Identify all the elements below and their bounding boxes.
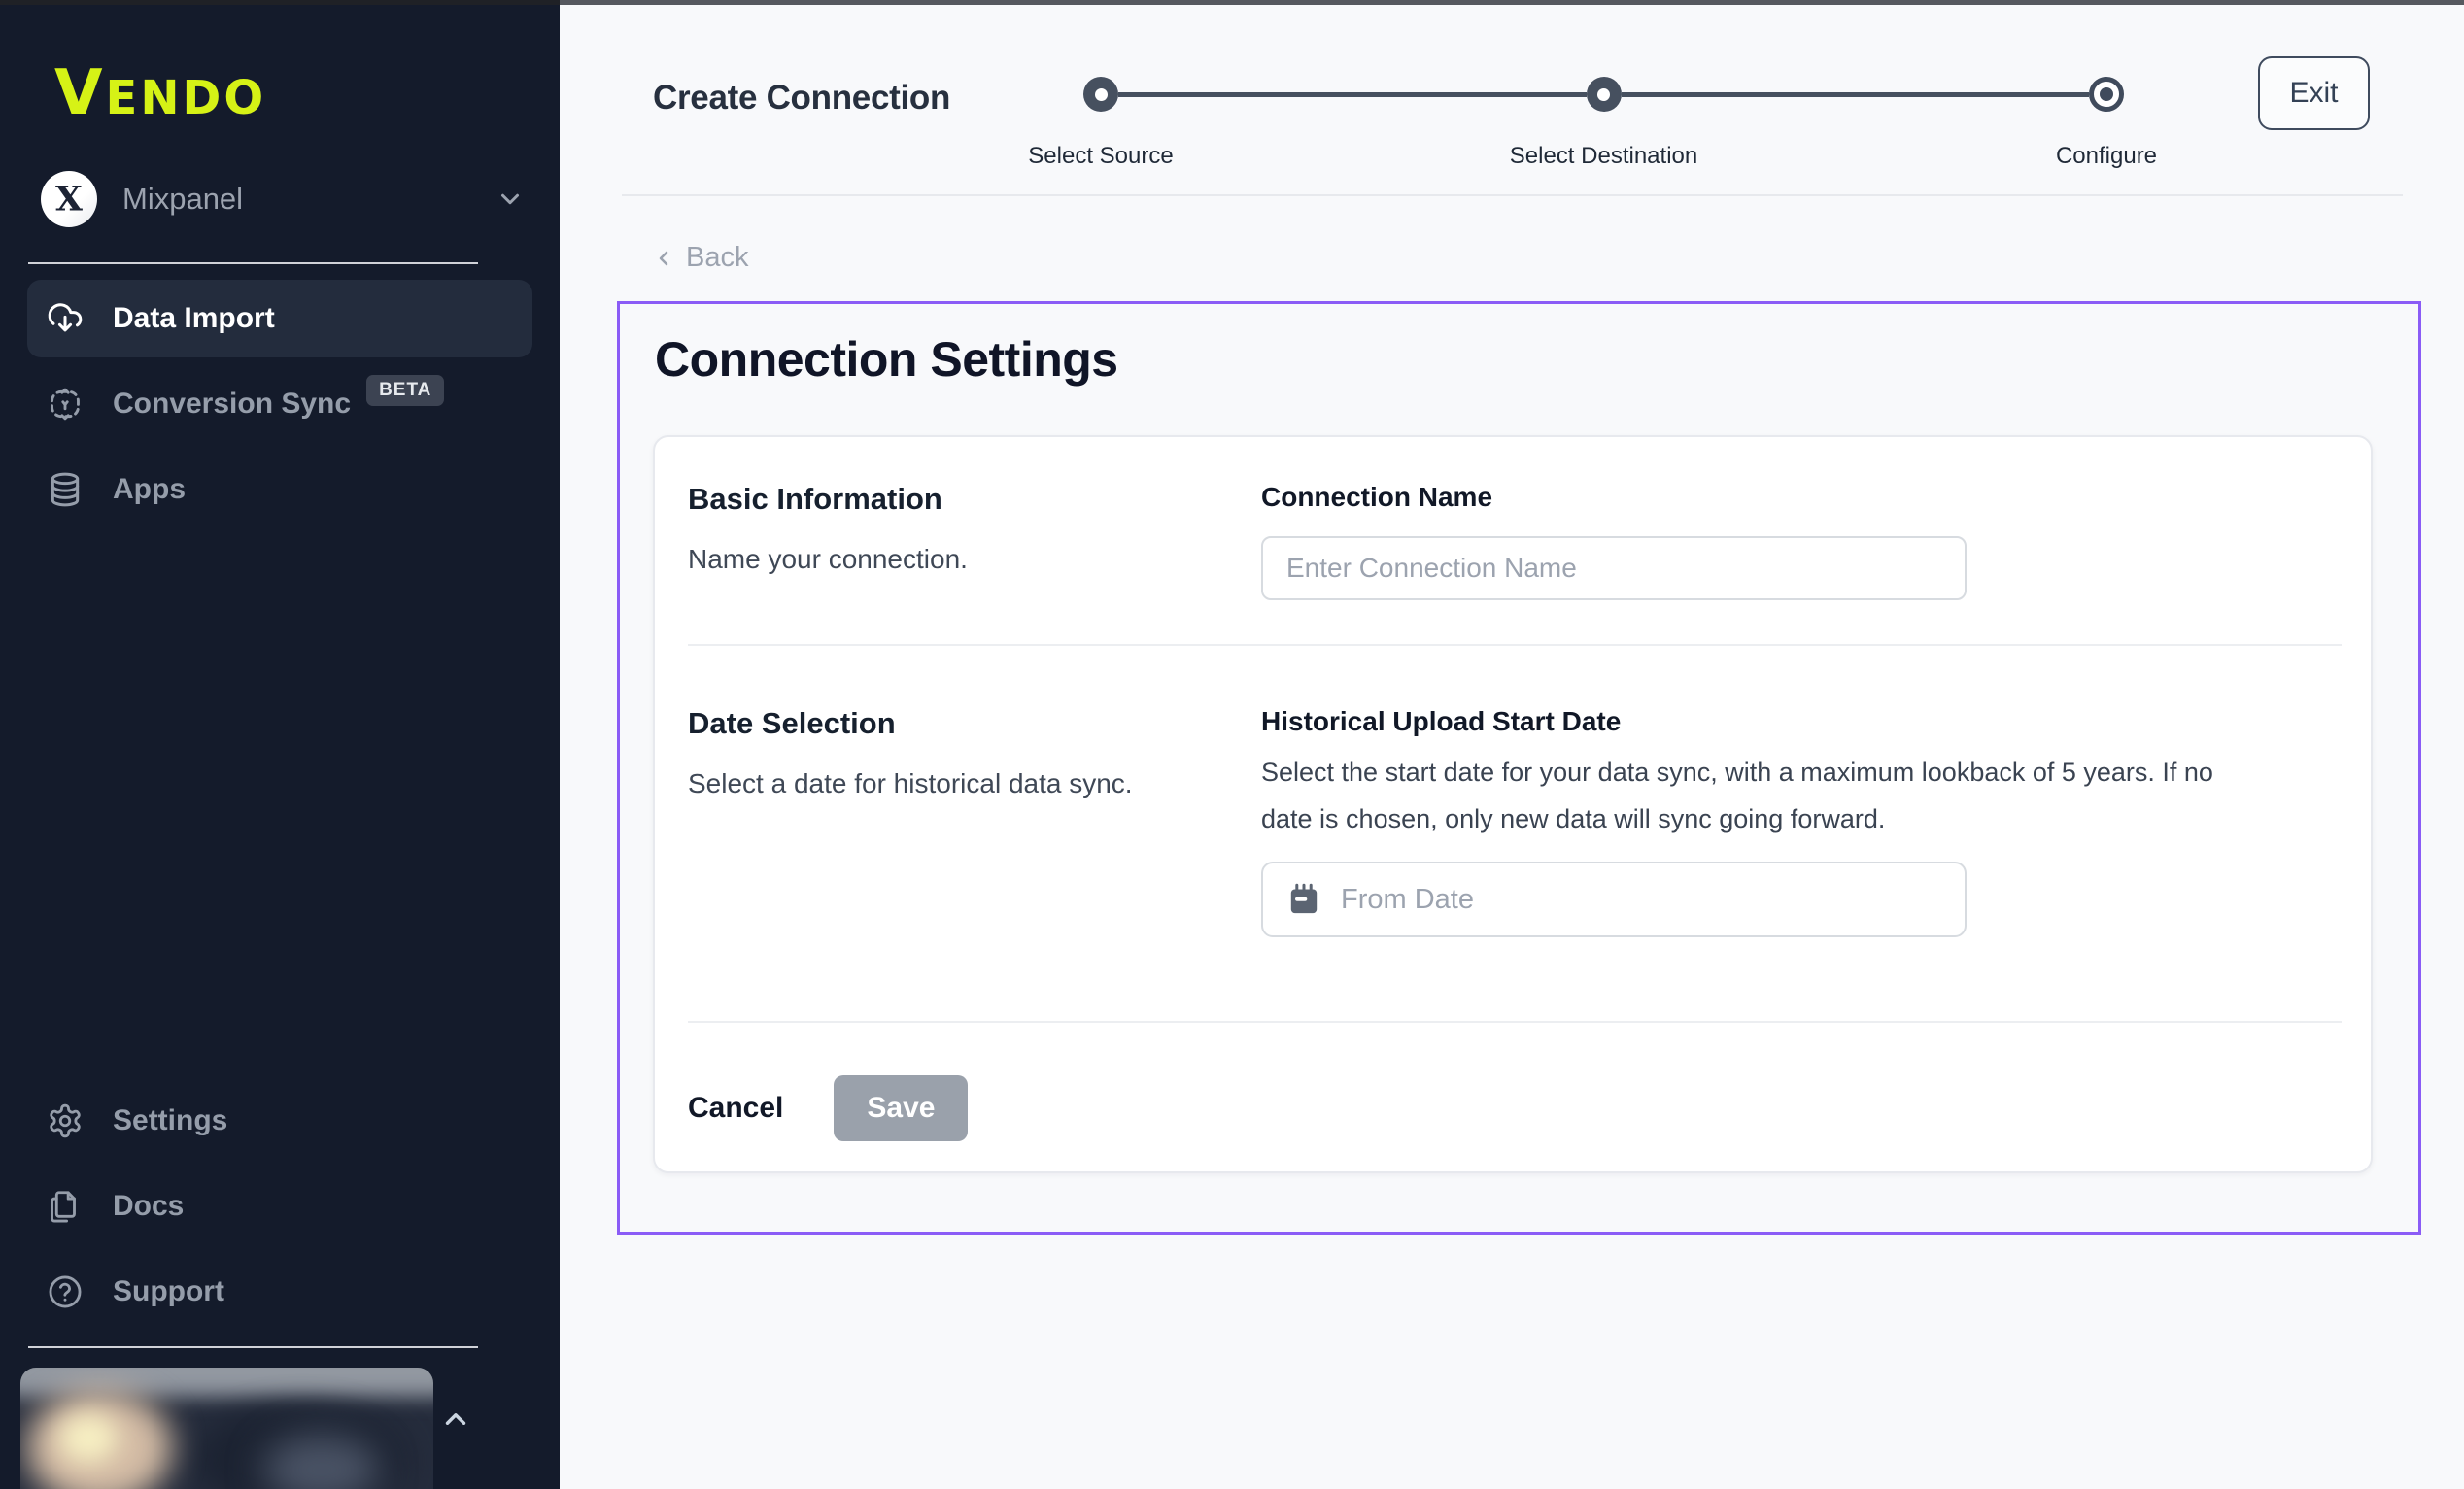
date-selection-intro: Date Selection Select a date for histori…: [688, 706, 1261, 1021]
connection-settings-panel: Connection Settings Basic Information Na…: [617, 301, 2421, 1235]
basic-information-fields: Connection Name: [1261, 482, 2342, 644]
step-circle-outlined: [2089, 77, 2124, 112]
stepper-line: [1118, 92, 1587, 97]
sidebar: VENDO X Mixpanel Data Import: [0, 0, 560, 1489]
sidebar-divider-bottom: [28, 1346, 478, 1348]
header-divider: [622, 194, 2403, 196]
cloud-download-icon: [47, 300, 84, 337]
main-content: Create Connection Select Source Select D…: [560, 5, 2464, 1489]
sidebar-item-label: Docs: [113, 1190, 184, 1223]
step-circle-filled: [1083, 77, 1118, 112]
settings-card: Basic Information Name your connection. …: [653, 435, 2373, 1173]
workspace-name: Mixpanel: [122, 182, 243, 217]
sidebar-item-label: Data Import: [113, 302, 275, 335]
section-description: Name your connection.: [688, 544, 1261, 575]
sidebar-item-label: Support: [113, 1275, 224, 1308]
sidebar-item-label: Settings: [113, 1104, 227, 1137]
documents-icon: [47, 1188, 84, 1225]
save-button[interactable]: Save: [834, 1075, 968, 1141]
help-circle-icon: [47, 1273, 84, 1310]
basic-information-intro: Basic Information Name your connection.: [688, 482, 1261, 644]
step-label: Select Destination: [1510, 143, 1697, 170]
back-label: Back: [686, 242, 748, 274]
create-connection-header: Create Connection Select Source Select D…: [560, 5, 2464, 196]
connection-name-input[interactable]: [1261, 536, 1967, 600]
chevron-down-icon: [496, 185, 525, 214]
vendo-logo: VENDO: [54, 62, 560, 124]
step-circle-filled: [1587, 77, 1622, 112]
from-date-input[interactable]: From Date: [1261, 862, 1967, 937]
sidebar-item-label: Conversion Sync: [113, 388, 351, 421]
gear-icon: [47, 1102, 84, 1139]
stepper-line: [1622, 92, 2090, 97]
sidebar-item-support[interactable]: Support: [27, 1253, 532, 1331]
sidebar-nav: Data Import Conversion Sync BETA: [27, 280, 532, 528]
form-actions: Cancel Save: [688, 1023, 2342, 1141]
chevron-up-icon[interactable]: [439, 1403, 472, 1436]
section-description: Select a date for historical data sync.: [688, 768, 1261, 799]
step-dot: [2100, 87, 2113, 101]
panel-title: Connection Settings: [655, 331, 2418, 388]
workspace-selector[interactable]: X Mixpanel: [41, 171, 525, 227]
connection-stepper: Select Source Select Destination Configu…: [1083, 77, 2124, 112]
step-label: Select Source: [1028, 143, 1173, 170]
cancel-button[interactable]: Cancel: [688, 1092, 783, 1125]
window-top-strip-left: [0, 0, 560, 5]
sidebar-item-apps[interactable]: Apps: [27, 451, 532, 528]
beta-badge: BETA: [366, 375, 444, 406]
date-selection-row: Date Selection Select a date for histori…: [688, 646, 2342, 1021]
mixpanel-logo-icon: X: [41, 171, 97, 227]
calendar-icon: [1286, 882, 1321, 917]
step-dot: [1597, 88, 1610, 101]
step-configure[interactable]: Configure: [2089, 77, 2124, 112]
sidebar-item-docs[interactable]: Docs: [27, 1168, 532, 1245]
section-heading: Date Selection: [688, 706, 1261, 741]
sidebar-item-data-import[interactable]: Data Import: [27, 280, 532, 357]
chevron-left-icon: [653, 247, 676, 270]
step-dot: [1095, 88, 1108, 101]
sidebar-divider-top: [28, 262, 478, 264]
window-top-strip: [0, 0, 2464, 5]
user-profile-card[interactable]: [20, 1368, 433, 1489]
mixpanel-glyph: X: [55, 180, 83, 219]
exit-button[interactable]: Exit: [2258, 56, 2370, 130]
sidebar-item-settings[interactable]: Settings: [27, 1082, 532, 1160]
sidebar-item-conversion-sync[interactable]: Conversion Sync BETA: [27, 365, 532, 443]
date-selection-fields: Historical Upload Start Date Select the …: [1261, 706, 2342, 1021]
page-title: Create Connection: [653, 79, 950, 118]
blurred-avatar-highlight: [59, 1414, 118, 1463]
start-date-label: Historical Upload Start Date: [1261, 706, 2342, 737]
basic-information-row: Basic Information Name your connection. …: [688, 437, 2342, 644]
section-heading: Basic Information: [688, 482, 1261, 517]
sidebar-item-label: Apps: [113, 473, 186, 506]
start-date-help-text: Select the start date for your data sync…: [1261, 749, 2252, 842]
step-select-destination[interactable]: Select Destination: [1587, 77, 1622, 112]
back-link[interactable]: Back: [653, 242, 748, 274]
step-select-source[interactable]: Select Source: [1083, 77, 1118, 112]
step-label: Configure: [2056, 143, 2157, 170]
sidebar-footer-nav: Settings Docs Support: [27, 1082, 532, 1338]
from-date-placeholder: From Date: [1341, 884, 1474, 916]
connection-name-label: Connection Name: [1261, 482, 2342, 513]
sync-arrows-icon: [47, 386, 84, 423]
database-icon: [47, 471, 84, 508]
